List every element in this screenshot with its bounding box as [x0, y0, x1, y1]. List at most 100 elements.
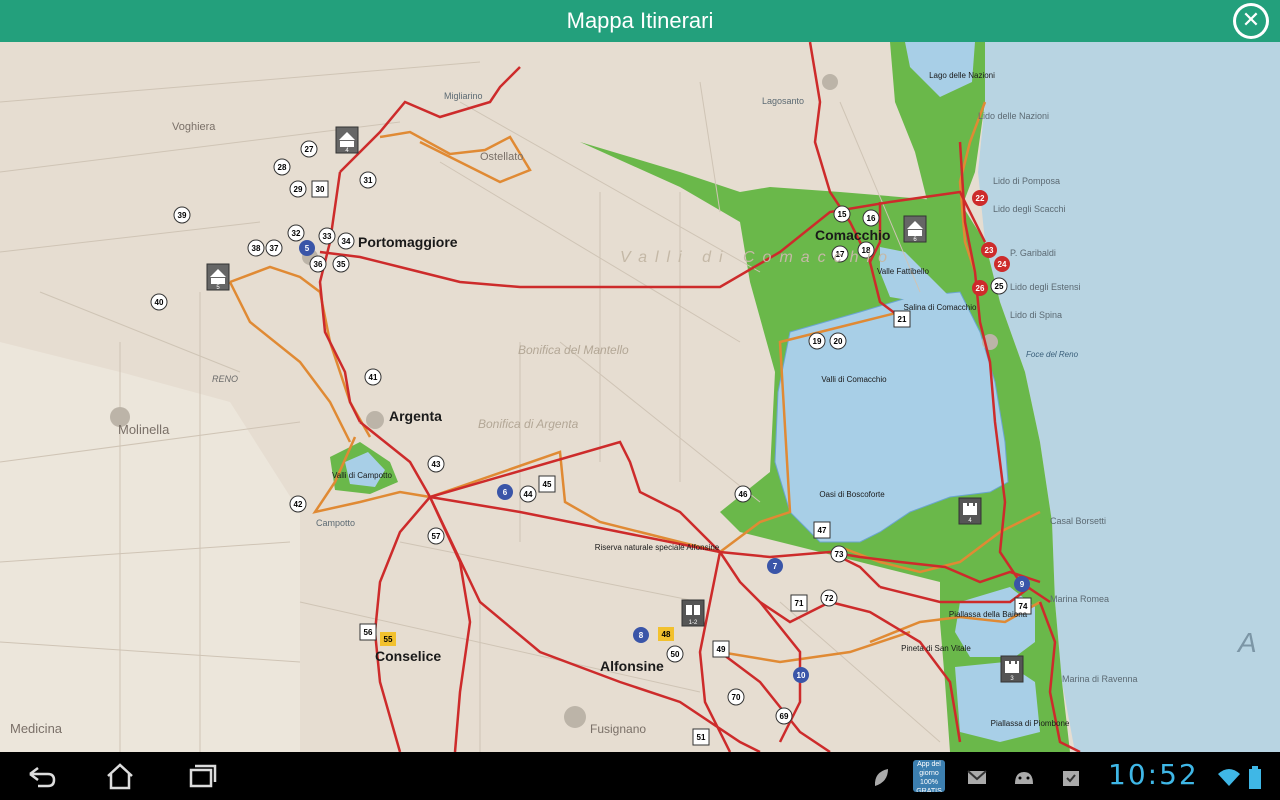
svg-text:A: A — [1236, 627, 1257, 658]
marker-70[interactable]: 70 — [727, 688, 745, 706]
svg-text:37: 37 — [270, 244, 279, 253]
clipboard-check-icon[interactable] — [1060, 766, 1082, 786]
marker-blue-6[interactable]: 6 — [497, 484, 513, 500]
marker-31[interactable]: 31 — [359, 171, 377, 189]
marker-42[interactable]: 42 — [289, 495, 307, 513]
marker-25[interactable]: 25 — [990, 277, 1008, 295]
book-icon[interactable]: 1-2 — [681, 599, 705, 627]
marker-69[interactable]: 69 — [775, 707, 793, 725]
svg-text:30: 30 — [316, 185, 325, 194]
marker-71[interactable]: 71 — [790, 594, 808, 612]
itinerary-map[interactable]: 27 28 29 31 32 33 34 35 36 37 38 39 40 4… — [0, 41, 1280, 754]
svg-text:Riserva naturale speciale Alfo: Riserva naturale speciale Alfonsine — [595, 543, 720, 552]
marker-21[interactable]: 21 — [893, 310, 911, 328]
svg-text:29: 29 — [294, 185, 303, 194]
marker-32[interactable]: 32 — [287, 224, 305, 242]
svg-text:Fusignano: Fusignano — [590, 722, 646, 736]
svg-text:47: 47 — [818, 526, 827, 535]
marker-40[interactable]: 40 — [150, 293, 168, 311]
marker-34[interactable]: 34 — [337, 232, 355, 250]
svg-text:27: 27 — [305, 145, 314, 154]
marker-blue-9[interactable]: 9 — [1014, 576, 1030, 592]
marker-29[interactable]: 29 — [289, 180, 307, 198]
marker-red-22[interactable]: 22 — [972, 190, 988, 206]
city-conselice: Conselice — [375, 648, 441, 664]
marker-37[interactable]: 37 — [265, 239, 283, 257]
marker-56[interactable]: 56 — [359, 623, 377, 641]
svg-text:Pineta di San Vitale: Pineta di San Vitale — [901, 644, 971, 653]
app-of-the-day-badge[interactable]: App del giorno 100% GRATIS — [913, 760, 945, 792]
marker-45[interactable]: 45 — [538, 475, 556, 493]
page-title: Mappa Itinerari — [566, 8, 714, 33]
castle-icon[interactable]: 4 — [958, 497, 982, 525]
svg-text:Lido di Spina: Lido di Spina — [1010, 310, 1062, 320]
svg-text:16: 16 — [867, 214, 876, 223]
marker-red-24[interactable]: 24 — [994, 256, 1010, 272]
svg-text:35: 35 — [337, 260, 346, 269]
marker-38[interactable]: 38 — [247, 239, 265, 257]
marker-51[interactable]: 51 — [692, 728, 710, 746]
wifi-icon — [1216, 766, 1240, 786]
leaf-icon[interactable] — [870, 766, 892, 786]
recent-apps-button[interactable] — [182, 760, 222, 792]
marker-36[interactable]: 36 — [309, 255, 327, 273]
marker-blue-10[interactable]: 10 — [793, 667, 809, 683]
museum-icon[interactable]: 5 — [206, 263, 230, 291]
marker-red-26[interactable]: 26 — [972, 280, 988, 296]
svg-text:Medicina: Medicina — [10, 721, 63, 736]
marker-33[interactable]: 33 — [318, 227, 336, 245]
svg-text:Piallassa di Piombone: Piallassa di Piombone — [991, 719, 1070, 728]
marker-blue-7[interactable]: 7 — [767, 558, 783, 574]
marker-46[interactable]: 46 — [734, 485, 752, 503]
svg-text:21: 21 — [898, 315, 907, 324]
svg-text:Lido di Pomposa: Lido di Pomposa — [993, 176, 1060, 186]
marker-39[interactable]: 39 — [173, 206, 191, 224]
marker-yellow-55[interactable]: 55 — [380, 632, 396, 646]
marker-16[interactable]: 16 — [862, 209, 880, 227]
marker-blue-8[interactable]: 8 — [633, 627, 649, 643]
marker-blue-5[interactable]: 5 — [299, 240, 315, 256]
close-button[interactable]: ✕ — [1233, 3, 1269, 39]
marker-red-23[interactable]: 23 — [981, 242, 997, 258]
marker-15[interactable]: 15 — [833, 205, 851, 223]
marker-35[interactable]: 35 — [332, 255, 350, 273]
museum-icon[interactable]: 4 — [335, 126, 359, 154]
marker-43[interactable]: 43 — [427, 455, 445, 473]
svg-text:33: 33 — [323, 232, 332, 241]
svg-text:Valle Fattibello: Valle Fattibello — [877, 267, 929, 276]
svg-text:6: 6 — [503, 488, 508, 497]
svg-text:Voghiera: Voghiera — [172, 121, 216, 133]
city-alfonsine: Alfonsine — [600, 658, 664, 674]
marker-47[interactable]: 47 — [813, 521, 831, 539]
svg-text:31: 31 — [364, 176, 373, 185]
close-icon: ✕ — [1236, 6, 1266, 36]
back-button[interactable] — [20, 760, 60, 792]
marker-72[interactable]: 72 — [820, 589, 838, 607]
marker-28[interactable]: 28 — [273, 158, 291, 176]
marker-50[interactable]: 50 — [666, 645, 684, 663]
svg-text:Valli di Comacchio: Valli di Comacchio — [620, 249, 895, 266]
marker-41[interactable]: 41 — [364, 368, 382, 386]
marker-30[interactable]: 30 — [311, 180, 329, 198]
svg-text:Lido delle Nazioni: Lido delle Nazioni — [978, 111, 1049, 121]
svg-text:41: 41 — [369, 373, 378, 382]
svg-text:42: 42 — [294, 500, 303, 509]
castle-icon[interactable]: 3 — [1000, 655, 1024, 683]
marker-yellow-48[interactable]: 48 — [658, 627, 674, 641]
app-badge-line2: giorno — [919, 770, 939, 777]
marker-49[interactable]: 49 — [712, 640, 730, 658]
unesco-icon[interactable]: 6 — [903, 215, 927, 243]
city-comacchio: Comacchio — [815, 227, 890, 243]
home-button[interactable] — [100, 760, 140, 792]
marker-20[interactable]: 20 — [829, 332, 847, 350]
marker-73[interactable]: 73 — [830, 545, 848, 563]
marker-57[interactable]: 57 — [427, 527, 445, 545]
marker-27[interactable]: 27 — [300, 140, 318, 158]
battery-icon — [1248, 766, 1262, 789]
marker-19[interactable]: 19 — [808, 332, 826, 350]
svg-text:Valli di Comacchio: Valli di Comacchio — [821, 375, 887, 384]
android-icon[interactable] — [1012, 766, 1034, 786]
svg-text:22: 22 — [976, 194, 985, 203]
marker-44[interactable]: 44 — [519, 485, 537, 503]
gmail-icon[interactable] — [966, 766, 988, 786]
